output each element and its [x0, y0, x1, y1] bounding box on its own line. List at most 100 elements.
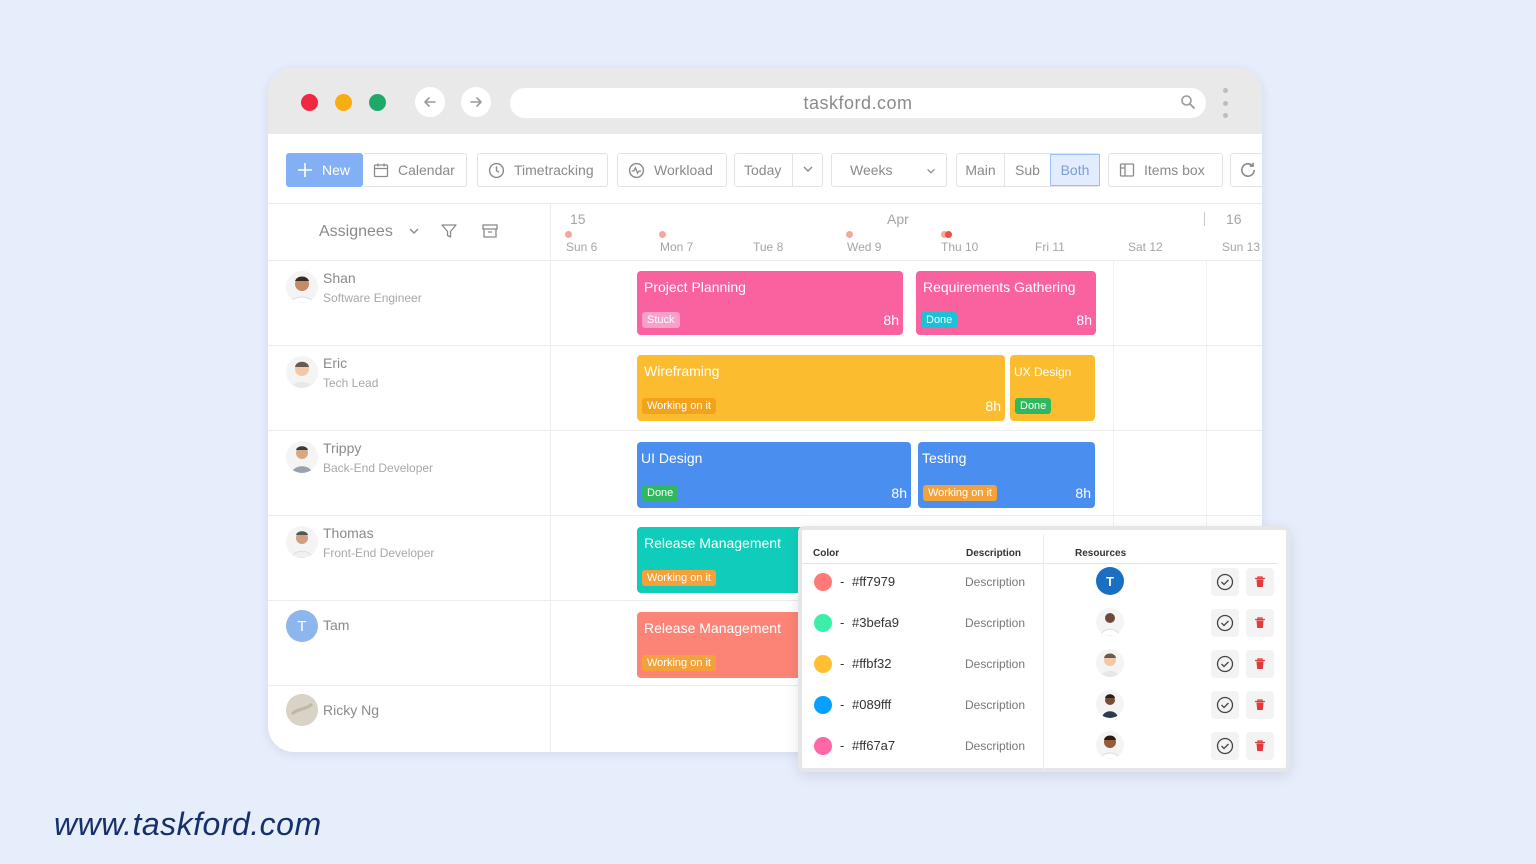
task-name: Release Management	[644, 535, 781, 551]
color-row[interactable]: - #ff67a7 Description	[802, 726, 1286, 767]
color-swatch[interactable]	[814, 655, 832, 673]
assignees-label: Assignees	[319, 223, 393, 240]
address-bar[interactable]: taskford.com	[510, 88, 1206, 118]
status-badge: Done	[1015, 398, 1052, 414]
trash-icon	[1255, 617, 1265, 628]
avatar	[286, 441, 318, 473]
event-dot	[565, 231, 572, 238]
resource-avatar[interactable]	[1096, 690, 1124, 718]
row-description: Description	[965, 575, 1026, 589]
day-label: Mon 7	[660, 240, 694, 254]
color-row[interactable]: - #ffbf32 Description	[802, 644, 1286, 685]
check-button[interactable]	[1211, 732, 1239, 760]
task-bar[interactable]: Wireframing Working on it 8h	[637, 355, 1005, 421]
task-bar[interactable]: Release Management Working on it	[637, 612, 807, 678]
color-swatch[interactable]	[814, 696, 832, 714]
delete-button[interactable]	[1246, 732, 1274, 760]
task-bar[interactable]: Release Management Working on it	[637, 527, 807, 593]
archive-icon[interactable]	[481, 222, 499, 245]
workload-button[interactable]: Workload	[617, 153, 727, 187]
task-hours: 8h	[985, 398, 1001, 414]
timetracking-button[interactable]: Timetracking	[477, 153, 608, 187]
maximize-window-button[interactable]	[369, 94, 386, 111]
more-options-icon[interactable]	[1222, 88, 1228, 118]
weeks-select[interactable]: Weeks	[831, 153, 947, 187]
color-swatch[interactable]	[814, 737, 832, 755]
color-swatch[interactable]	[814, 573, 832, 591]
separator: -	[840, 697, 845, 712]
color-swatch[interactable]	[814, 614, 832, 632]
check-button[interactable]	[1211, 691, 1239, 719]
check-button[interactable]	[1211, 568, 1239, 596]
task-name: Requirements Gathering	[923, 279, 1076, 295]
task-bar[interactable]: Requirements Gathering Done 8h	[916, 271, 1096, 335]
delete-button[interactable]	[1246, 650, 1274, 678]
day-label: Sat 12	[1128, 240, 1163, 254]
resource-avatar[interactable]	[1096, 731, 1124, 759]
search-icon[interactable]	[1180, 94, 1196, 110]
forward-button[interactable]	[461, 87, 491, 117]
trash-icon	[1255, 576, 1265, 587]
both-toggle[interactable]: Both	[1050, 154, 1100, 186]
row-description: Description	[965, 616, 1026, 630]
row-description: Description	[965, 698, 1026, 712]
filter-icon[interactable]	[440, 222, 458, 245]
avatar	[286, 694, 318, 726]
assignee-role: Front-End Developer	[323, 546, 435, 560]
status-badge: Working on it	[642, 570, 716, 586]
main-toggle[interactable]: Main	[957, 154, 1005, 186]
calendar-button[interactable]: Calendar	[363, 153, 467, 187]
resource-avatar[interactable]	[1096, 608, 1124, 636]
event-dot	[846, 231, 853, 238]
color-hex: #3befa9	[852, 615, 899, 630]
separator: -	[840, 738, 845, 753]
assignee-name: Eric	[323, 355, 348, 371]
trash-icon	[1255, 658, 1265, 669]
delete-button[interactable]	[1246, 609, 1274, 637]
assignee-name: Tam	[323, 617, 350, 633]
avatar	[286, 526, 318, 558]
chevron-down-icon[interactable]	[407, 224, 421, 243]
task-hours: 8h	[1075, 485, 1091, 501]
today-button[interactable]: Today	[734, 153, 823, 187]
check-button[interactable]	[1211, 650, 1239, 678]
task-bar[interactable]: UX Design Done	[1010, 355, 1095, 421]
arrow-right-icon	[470, 97, 482, 107]
status-badge: Working on it	[642, 398, 716, 414]
back-button[interactable]	[415, 87, 445, 117]
task-hours: 8h	[891, 485, 907, 501]
timeline-header: Assignees 15 Apr 16 Sun 6 Mon 7 Tue 8 We…	[268, 204, 1262, 261]
new-label: New	[322, 162, 351, 178]
color-row[interactable]: - #ff7979 Description T	[802, 562, 1286, 603]
close-window-button[interactable]	[301, 94, 318, 111]
color-row[interactable]: - #3befa9 Description	[802, 603, 1286, 644]
refresh-button[interactable]	[1230, 153, 1262, 187]
new-button[interactable]: New	[286, 153, 363, 187]
color-row[interactable]: - #089fff Description	[802, 685, 1286, 726]
trash-icon	[1255, 699, 1265, 710]
chevron-down-icon	[925, 164, 937, 180]
month-label: Apr	[887, 211, 909, 227]
avatar	[286, 271, 318, 303]
task-bar[interactable]: Project Planning Stuck 8h	[637, 271, 903, 335]
sub-toggle[interactable]: Sub	[1005, 154, 1050, 186]
delete-button[interactable]	[1246, 691, 1274, 719]
resource-avatar[interactable]	[1096, 649, 1124, 677]
minimize-window-button[interactable]	[335, 94, 352, 111]
delete-button[interactable]	[1246, 568, 1274, 596]
task-bar[interactable]: Testing Working on it 8h	[918, 442, 1095, 508]
items-box-button[interactable]: Items box	[1108, 153, 1223, 187]
workload-label: Workload	[654, 162, 713, 178]
day-label: Sun 6	[566, 240, 598, 254]
day-label: Sun 13	[1222, 240, 1261, 254]
items-box-label: Items box	[1144, 162, 1205, 178]
task-bar[interactable]: UI Design Done 8h	[637, 442, 911, 508]
task-name: Testing	[922, 450, 967, 466]
check-button[interactable]	[1211, 609, 1239, 637]
trash-icon	[1255, 740, 1265, 751]
resource-avatar[interactable]: T	[1096, 567, 1124, 595]
clock-icon	[488, 162, 505, 179]
items-box-icon	[1119, 162, 1135, 178]
row-description: Description	[965, 657, 1026, 671]
chevron-down-icon[interactable]	[801, 162, 815, 179]
